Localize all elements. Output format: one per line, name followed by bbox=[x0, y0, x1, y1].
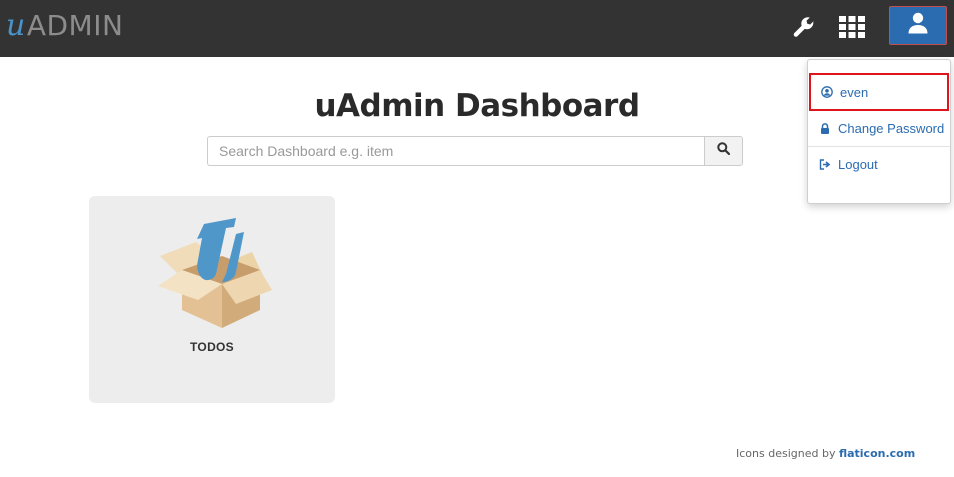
logo-prefix: u bbox=[6, 8, 26, 43]
sign-out-icon bbox=[818, 158, 832, 170]
app-logo[interactable]: u ADMIN bbox=[6, 8, 124, 43]
logo-text: ADMIN bbox=[26, 9, 124, 42]
top-navbar: u ADMIN bbox=[0, 0, 954, 57]
username-label: even bbox=[840, 84, 869, 100]
dashboard-card-todos[interactable]: TODOS bbox=[89, 196, 335, 403]
menu-divider bbox=[808, 146, 950, 147]
flaticon-link[interactable]: flaticon.com bbox=[839, 447, 915, 460]
menu-item-change-password[interactable]: Change Password bbox=[808, 118, 950, 138]
logout-label: Logout bbox=[838, 156, 878, 172]
apps-grid-icon[interactable] bbox=[836, 12, 868, 42]
lock-icon bbox=[818, 122, 832, 134]
menu-item-username[interactable]: even bbox=[809, 73, 949, 111]
change-password-label: Change Password bbox=[838, 120, 945, 136]
card-label: TODOS bbox=[190, 340, 234, 354]
user-menu-button[interactable] bbox=[889, 6, 947, 45]
user-circle-icon bbox=[820, 86, 834, 98]
search-button[interactable] bbox=[704, 136, 743, 166]
search-icon bbox=[717, 142, 731, 160]
menu-item-logout[interactable]: Logout bbox=[808, 154, 950, 174]
wrench-icon[interactable] bbox=[788, 12, 820, 42]
user-icon bbox=[908, 12, 928, 39]
dashboard-search bbox=[207, 136, 743, 166]
box-icon bbox=[152, 214, 274, 332]
footer-text: Icons designed by bbox=[736, 447, 839, 460]
user-dropdown-menu: even Change Password Logout bbox=[807, 59, 951, 204]
footer-credit: Icons designed by flaticon.com bbox=[736, 447, 915, 460]
search-input[interactable] bbox=[207, 136, 704, 166]
